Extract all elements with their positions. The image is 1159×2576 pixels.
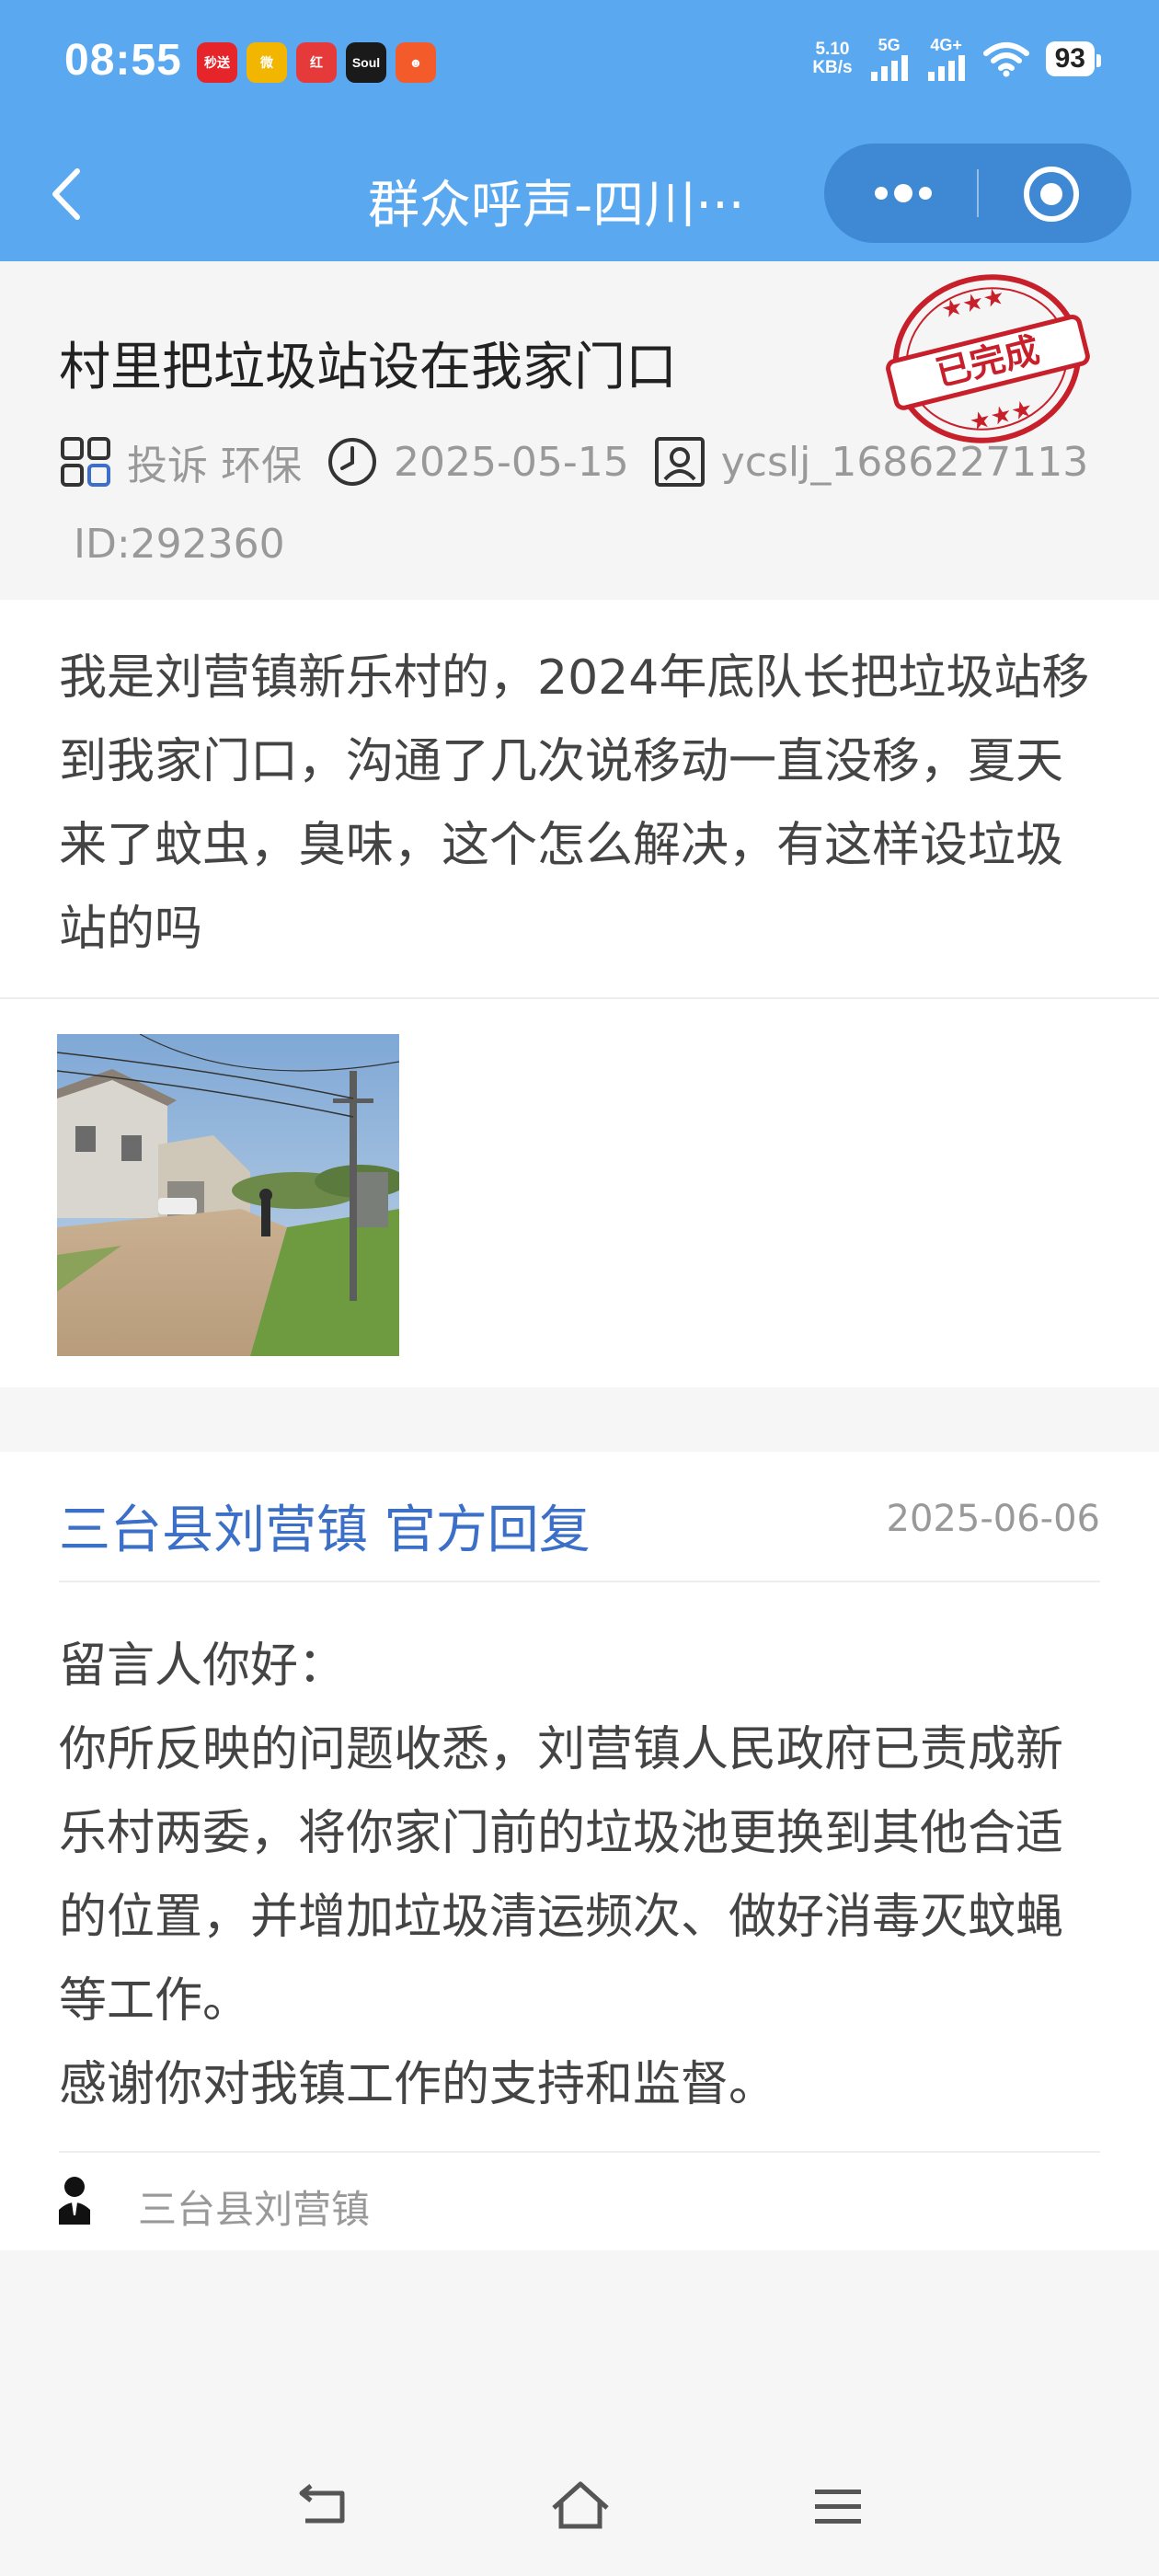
notification-app-icons: 秒送微红 Soul ☻ [197,42,436,83]
wifi-icon [982,42,1029,77]
soul-app-icon: Soul [346,42,386,83]
signal-4g-icon: 4G+ [926,37,967,81]
post-content: 我是刘营镇新乐村的，2024年底队长把垃圾站移到我家门口，沟通了几次说移动一直没… [59,650,1090,957]
back-gesture-icon[interactable] [291,2475,355,2539]
capsule-divider [977,169,979,217]
signal-5g-icon: 5G [869,37,910,81]
post-meta: 投诉 环保 2025-05-15 ycslj_1686227113 [59,432,1112,491]
reply-content: 留言人你好： 你所反映的问题收悉，刘营镇人民政府已责成新乐村两委，将你家门前的垃… [59,1625,1107,2127]
reply-date: 2025-06-06 [886,1498,1100,1540]
post-date: 2025-05-15 [394,438,629,486]
net-speed: 5.10 KB/s [812,40,853,77]
game-app-icon: ☻ [396,42,436,83]
chevron-left-icon[interactable] [40,162,96,226]
post-body: 我是刘营镇新乐村的，2024年底队长把垃圾站移到我家门口，沟通了几次说移动一直没… [0,600,1159,1387]
official-reply: 三台县刘营镇 官方回复 2025-06-06 留言人你好： 你所反映的问题收悉，… [0,1452,1159,2250]
menu-icon[interactable] [806,2475,870,2539]
post-title: 村里把垃圾站设在我家门口 [59,338,677,397]
reply-body: 你所反映的问题收悉，刘营镇人民政府已责成新乐村两委，将你家门前的垃圾池更换到其他… [59,1722,1064,2029]
attached-photo-thumbnail[interactable] [57,1034,399,1356]
clock-icon [328,438,376,486]
page-title: 群众呼声-四川··· [368,176,745,236]
divider [0,997,1159,999]
official-person-icon [59,2177,90,2225]
weibo-app-icon: 微 [247,42,287,83]
battery-indicator: 93 [1045,41,1102,76]
post-user: ycslj_1686227113 [720,438,1089,486]
home-icon[interactable] [548,2475,613,2539]
system-navigation-bar [0,2447,1159,2576]
status-time: 08:55 [64,36,182,85]
divider [59,1581,1100,1582]
reply-thanks: 感谢你对我镇工作的支持和监督。 [59,2057,777,2112]
miaosong-app-icon: 秒送 [197,42,237,83]
post-header: 村里把垃圾站设在我家门口 ★★★ ★★★ 已完成 投诉 环保 2025-05-1… [0,261,1159,600]
post-id: ID:292360 [74,521,285,568]
status-indicators: 5.10 KB/s 5G 4G+ 93 [812,37,1102,81]
status-bar: 08:55 秒送微红 Soul ☻ 5.10 KB/s 5G 4G+ 93 [0,0,1159,129]
reply-organization: 三台县刘营镇 官方回复 [59,1501,591,1560]
completed-stamp: ★★★ ★★★ 已完成 [886,274,1090,443]
reply-greeting: 留言人你好： [59,1639,347,1694]
target-close-icon[interactable] [1021,164,1082,224]
mini-program-capsule [824,144,1131,243]
mini-program-nav-bar: 群众呼声-四川··· [0,129,1159,261]
user-icon [654,437,705,487]
more-dots-icon[interactable] [866,171,940,215]
reply-signer: 三台县刘营镇 [138,2187,371,2232]
divider [59,2151,1100,2153]
category-grid-icon [61,437,110,487]
promo-app-icon: 红 [296,42,337,83]
post-category: 投诉 环保 [127,443,302,489]
